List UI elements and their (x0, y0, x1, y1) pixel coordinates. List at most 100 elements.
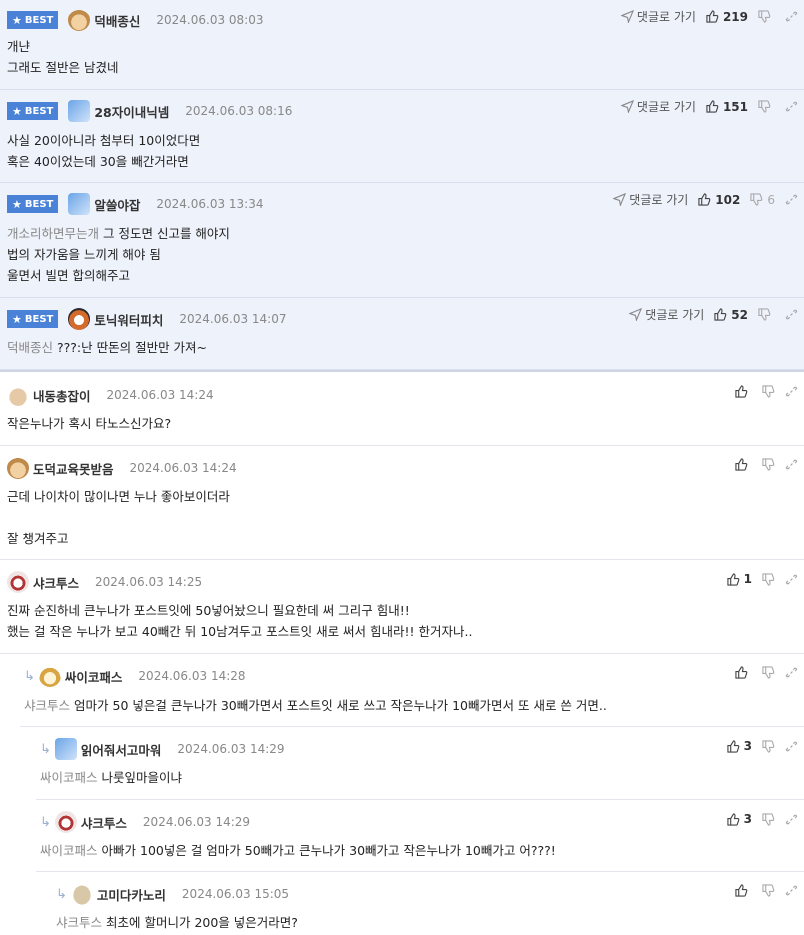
dislike-count: 6 (767, 192, 775, 207)
share-link-button[interactable] (785, 884, 798, 897)
blue-avatar[interactable] (54, 738, 77, 760)
best-badge: ★ BEST (7, 310, 59, 328)
share-link-button[interactable] (785, 308, 798, 321)
reply-link[interactable]: 댓글로 가기 (620, 98, 696, 115)
star-icon: ★ (12, 13, 22, 27)
fox-avatar[interactable] (38, 665, 61, 687)
rabbit-avatar[interactable] (7, 384, 29, 406)
reply-link[interactable]: 댓글로 가기 (620, 8, 696, 25)
comment-actions: 3 (717, 739, 798, 753)
like-button[interactable] (735, 884, 752, 897)
dislike-button[interactable] (758, 100, 775, 113)
comment-header: ↳ 샤크투스 2024.06.03 14:29 (40, 811, 250, 833)
mention-tag[interactable]: 싸이코패스 (40, 770, 98, 785)
bear-avatar[interactable] (68, 308, 91, 330)
like-button[interactable]: 3 (727, 812, 752, 826)
send-icon (620, 100, 634, 113)
comment-body: 개냔 그래도 절반은 남겼네 (7, 39, 119, 75)
comment-text: ???:난 딴돈의 절반만 가져~ (57, 340, 208, 355)
comment-item: ★ BEST 28자이내닉넴 2024.06.03 08:16 댓글로 가기 15… (0, 90, 804, 183)
like-button[interactable]: 52 (714, 308, 748, 322)
dog-avatar[interactable] (7, 457, 29, 479)
author-name[interactable]: 덕배종신 (94, 11, 140, 30)
share-link-button[interactable] (785, 573, 798, 586)
dislike-button[interactable] (762, 385, 775, 398)
like-button[interactable]: 219 (706, 10, 748, 24)
author-name[interactable]: 도덕교육못받음 (33, 459, 114, 478)
red-avatar[interactable] (7, 571, 29, 593)
reply-link-label: 댓글로 가기 (645, 308, 705, 322)
author-name[interactable]: 내동총잡이 (33, 386, 91, 405)
comment-body: 근데 나이차이 많이나면 누나 좋아보이더라 잘 챙겨주고 (7, 489, 230, 546)
like-button[interactable] (735, 458, 752, 471)
dislike-button[interactable] (762, 884, 775, 897)
thumbs-down-icon (762, 385, 775, 398)
share-link-button[interactable] (785, 10, 798, 23)
reply-link[interactable]: 댓글로 가기 (613, 191, 688, 208)
blue-avatar[interactable] (68, 193, 91, 215)
thumbs-up-icon (735, 385, 748, 398)
link-icon (785, 11, 798, 22)
author-name[interactable]: 샤크투스 (33, 573, 79, 592)
dislike-button[interactable] (762, 812, 775, 826)
dislike-button[interactable]: 6 (750, 193, 775, 207)
comment-date: 2024.06.03 08:03 (156, 13, 264, 27)
author-name[interactable]: 28자이내닉넴 (94, 102, 169, 121)
dislike-button[interactable] (758, 308, 775, 321)
dislike-button[interactable] (762, 666, 775, 679)
comment-date: 2024.06.03 14:25 (95, 575, 203, 589)
thumbs-down-icon (762, 812, 775, 826)
like-button[interactable]: 3 (727, 739, 752, 753)
comment-text: 최초에 할머니가 200을 넣은거라면? (106, 915, 298, 930)
comment-actions: 댓글로 가기 102 6 (603, 191, 798, 208)
share-link-button[interactable] (785, 193, 798, 206)
comment-header: ★ BEST 알쓸야잡 2024.06.03 13:34 (7, 193, 263, 215)
mention-tag[interactable]: 싸이코패스 (40, 843, 98, 858)
reply-link[interactable]: 댓글로 가기 (629, 306, 704, 323)
like-button[interactable] (735, 666, 752, 679)
comment-date: 2024.06.03 14:24 (106, 388, 214, 402)
share-link-button[interactable] (785, 458, 798, 471)
thumbs-up-icon (714, 308, 727, 321)
dislike-button[interactable] (762, 572, 775, 586)
mention-tag[interactable]: 샤크투스 (56, 915, 102, 930)
mention-tag[interactable]: 덕배종신 (7, 340, 53, 355)
dog-avatar[interactable] (68, 9, 91, 31)
blob-avatar[interactable] (70, 883, 93, 905)
author-name[interactable]: 알쓸야잡 (94, 195, 140, 214)
link-icon (785, 459, 798, 470)
author-name[interactable]: 싸이코패스 (65, 667, 123, 686)
share-link-button[interactable] (785, 100, 798, 113)
like-button[interactable]: 1 (727, 572, 752, 586)
reply-arrow-icon: ↳ (24, 668, 35, 684)
thumbs-down-icon (758, 10, 771, 23)
mention-tag[interactable]: 샤크투스 (24, 698, 70, 713)
author-name[interactable]: 고미다카노리 (97, 885, 166, 904)
comment-header: ★ BEST 덕배종신 2024.06.03 08:03 (7, 9, 264, 31)
like-button[interactable]: 102 (698, 193, 740, 207)
like-button[interactable]: 151 (706, 100, 748, 114)
comment-date: 2024.06.03 14:24 (129, 461, 237, 475)
dislike-button[interactable] (762, 458, 775, 471)
share-link-button[interactable] (785, 740, 798, 753)
author-name[interactable]: 토닉워터피치 (94, 310, 163, 329)
blue-avatar[interactable] (68, 100, 91, 122)
dislike-button[interactable] (762, 739, 775, 753)
share-link-button[interactable] (785, 385, 798, 398)
like-button[interactable] (735, 385, 752, 398)
mention-tag[interactable]: 개소리하면무는개 (7, 226, 99, 241)
author-name[interactable]: 샤크투스 (81, 813, 127, 832)
comment-actions: 댓글로 가기 151 (611, 98, 798, 115)
author-name[interactable]: 읽어줘서고마워 (81, 740, 162, 759)
share-link-button[interactable] (785, 813, 798, 826)
like-count: 219 (722, 9, 748, 24)
comment-body: 덕배종신 ???:난 딴돈의 절반만 가져~ (7, 337, 207, 358)
red-avatar[interactable] (54, 811, 77, 833)
dislike-button[interactable] (758, 10, 775, 23)
best-badge-label: BEST (24, 105, 54, 117)
share-link-button[interactable] (785, 666, 798, 679)
link-icon (785, 309, 798, 320)
comment-actions (725, 884, 798, 897)
comment-body: 진짜 순진하네 큰누나가 포스트잇에 50넣어놨으니 필요한데 써 그리구 힘내… (7, 603, 473, 639)
best-badge-label: BEST (24, 198, 54, 210)
